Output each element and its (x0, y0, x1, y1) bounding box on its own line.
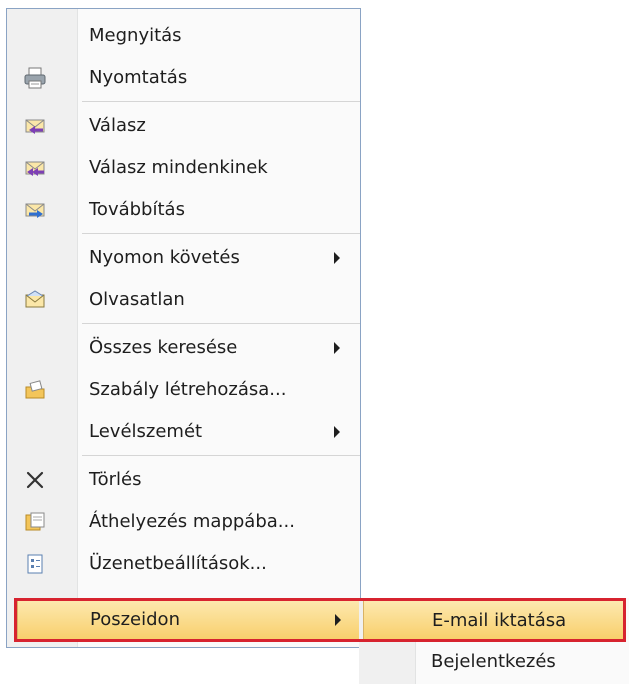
submenu-arrow-icon (334, 426, 340, 438)
submenu-item-label: E-mail iktatása (432, 610, 567, 631)
menu-item-reply-all[interactable]: Válasz mindenkinek (7, 147, 360, 189)
reply-icon (22, 113, 48, 139)
menu-separator (82, 101, 360, 102)
context-menu: Megnyitás Nyomtatás Válasz Válasz minden… (6, 8, 361, 648)
menu-item-delete[interactable]: Törlés (7, 459, 360, 501)
menu-item-poszeidon[interactable]: Poszeidon (17, 599, 360, 641)
menu-item-label: Továbbítás (89, 199, 185, 220)
menu-item-open[interactable]: Megnyitás (7, 15, 360, 57)
menu-item-follow-up[interactable]: Nyomon követés (7, 237, 360, 279)
menu-separator (82, 455, 360, 456)
menu-item-message-options[interactable]: Üzenetbeállítások... (7, 543, 360, 585)
menu-item-label: Szabály létrehozása... (89, 379, 287, 400)
menu-item-forward[interactable]: Továbbítás (7, 189, 360, 231)
menu-item-label: Válasz mindenkinek (89, 157, 268, 178)
menu-item-label: Üzenetbeállítások... (89, 553, 267, 574)
reply-all-icon (22, 155, 48, 181)
move-to-folder-icon (22, 509, 48, 535)
submenu-item-label: Bejelentkezés (431, 651, 556, 672)
menu-item-label: Megnyitás (89, 25, 182, 46)
submenu-arrow-icon (334, 252, 340, 264)
menu-item-label: Olvasatlan (89, 289, 185, 310)
menu-item-label: Levélszemét (89, 421, 203, 442)
menu-item-label: Válasz (89, 115, 146, 136)
menu-item-create-rule[interactable]: Szabály létrehozása... (7, 369, 360, 411)
submenu-item-email-filing[interactable]: E-mail iktatása (363, 600, 625, 640)
menu-item-find-all[interactable]: Összes keresése (7, 327, 360, 369)
message-options-icon (22, 551, 48, 577)
menu-item-label: Nyomon követés (89, 247, 240, 268)
forward-icon (22, 197, 48, 223)
submenu-item-login[interactable]: Bejelentkezés (363, 642, 625, 682)
menu-item-label: Törlés (89, 469, 142, 490)
menu-item-print[interactable]: Nyomtatás (7, 57, 360, 99)
delete-icon (22, 467, 48, 493)
menu-item-label: Poszeidon (90, 609, 180, 630)
menu-item-junk-mail[interactable]: Levélszemét (7, 411, 360, 453)
menu-item-move-to-folder[interactable]: Áthelyezés mappába... (7, 501, 360, 543)
menu-item-reply[interactable]: Válasz (7, 105, 360, 147)
printer-icon (22, 65, 48, 91)
menu-separator (82, 233, 360, 234)
menu-item-label: Áthelyezés mappába... (89, 511, 295, 532)
menu-item-label: Nyomtatás (89, 67, 188, 88)
submenu-arrow-icon (335, 614, 341, 626)
rule-icon (22, 377, 48, 403)
menu-item-mark-unread[interactable]: Olvasatlan (7, 279, 360, 321)
menu-separator (82, 323, 360, 324)
submenu-arrow-icon (334, 342, 340, 354)
menu-item-label: Összes keresése (89, 337, 238, 358)
unread-envelope-icon (22, 287, 48, 313)
poszeidon-submenu: E-mail iktatása Bejelentkezés (359, 598, 629, 684)
